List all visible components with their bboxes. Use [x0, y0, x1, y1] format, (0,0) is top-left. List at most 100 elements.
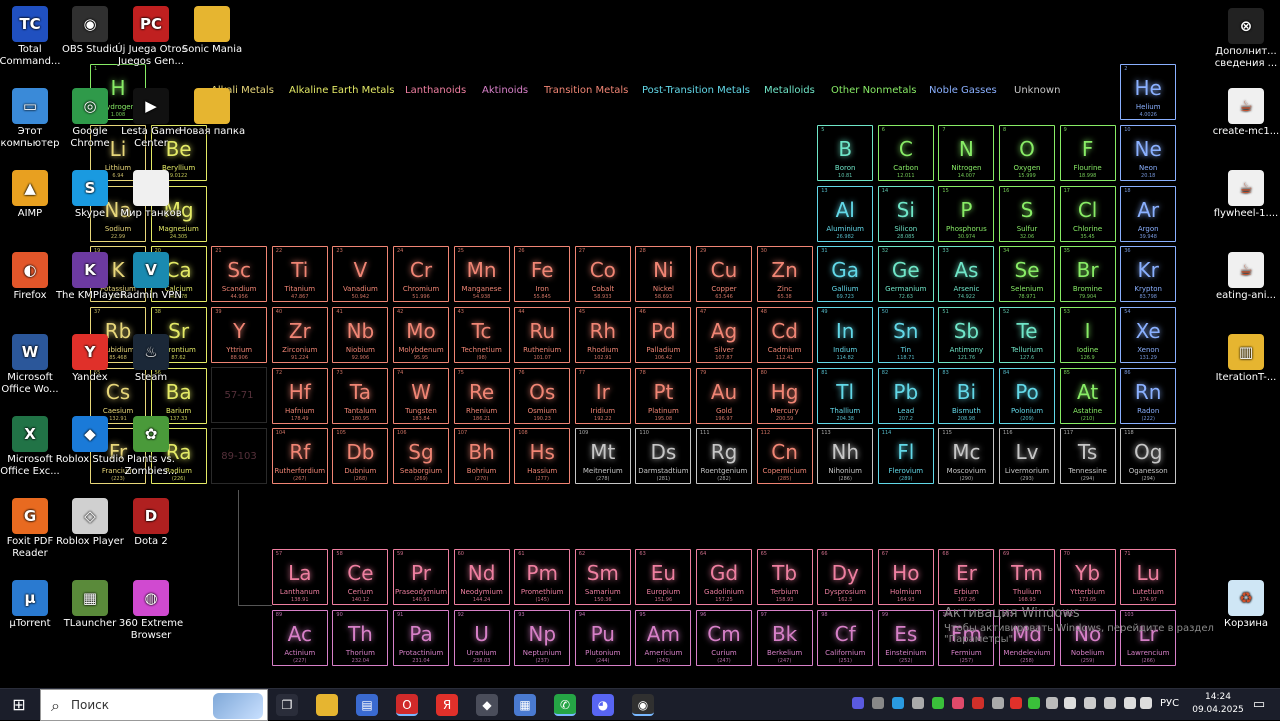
element-bi[interactable]: 83 Bi Bismuth 208.98 — [938, 368, 995, 424]
element-o[interactable]: 8 O Oxygen 15.999 — [999, 125, 1055, 181]
element-hs[interactable]: 108 Hs Hassium (277) — [514, 428, 571, 484]
desktop-icon[interactable]: ☕ flywheel-1.... — [1210, 170, 1280, 220]
desktop-icon[interactable]: ☕ eating-ani... — [1210, 252, 1280, 302]
desktop-icon[interactable]: ✿ Plants vs. Zombies... — [115, 416, 187, 478]
element-zn[interactable]: 30 Zn Zinc 65.38 — [756, 246, 813, 302]
element-sn[interactable]: 50 Sn Tin 118.71 — [877, 307, 934, 363]
tray-app-icon[interactable] — [1046, 697, 1058, 709]
element-si[interactable]: 14 Si Silicon 28.085 — [877, 186, 934, 242]
element-te[interactable]: 52 Te Tellurium 127.6 — [999, 307, 1055, 363]
element-la[interactable]: 57 La Lanthanum 138.91 — [271, 549, 328, 605]
element-ge[interactable]: 32 Ge Germanium 72.63 — [877, 246, 934, 302]
element-ti[interactable]: 22 Ti Titanium 47.867 — [271, 246, 328, 302]
element-c[interactable]: 6 C Carbon 12.011 — [877, 125, 934, 181]
tray-app-icon[interactable] — [972, 697, 984, 709]
element-cl[interactable]: 17 Cl Chlorine 35.45 — [1059, 186, 1116, 242]
element-pd[interactable]: 46 Pd Palladium 106.42 — [635, 307, 692, 363]
tray-app-icon[interactable] — [1028, 697, 1040, 709]
taskbar-paint[interactable]: ▦ — [514, 694, 536, 716]
element-ar[interactable]: 18 Ar Argon 39.948 — [1120, 186, 1177, 242]
element-ag[interactable]: 47 Ag Silver 107.87 — [696, 307, 752, 363]
element-os[interactable]: 76 Os Osmium 190.23 — [514, 368, 571, 424]
element-kr[interactable]: 36 Kr Krypton 83.798 — [1120, 246, 1177, 302]
tray-chevron-icon[interactable] — [992, 697, 1004, 709]
element-bh[interactable]: 107 Bh Bohrium (270) — [453, 428, 510, 484]
tray-yandex-icon[interactable] — [1010, 697, 1022, 709]
element-nd[interactable]: 60 Nd Neodymium 144.24 — [453, 549, 510, 605]
element-ne[interactable]: 10 Ne Neon 20.18 — [1120, 125, 1177, 181]
tray-teams-icon[interactable] — [852, 697, 864, 709]
language-indicator[interactable]: РУС — [1160, 698, 1179, 709]
element-fe[interactable]: 26 Fe Iron 55.845 — [514, 246, 571, 302]
element-hf[interactable]: 72 Hf Hafnium 178.49 — [271, 368, 328, 424]
element-sb[interactable]: 51 Sb Antimony 121.76 — [938, 307, 995, 363]
desktop-icon[interactable]: ☕ create-mc1... — [1210, 88, 1280, 138]
element-pm[interactable]: 61 Pm Promethium (145) — [514, 549, 571, 605]
element-al[interactable]: 13 Al Aluminium 26.982 — [817, 186, 874, 242]
element-ds[interactable]: 110 Ds Darmstadtium (281) — [635, 428, 692, 484]
element-ce[interactable]: 58 Ce Cerium 140.12 — [332, 549, 389, 605]
element-y[interactable]: 39 Y Yttrium 88.906 — [211, 307, 268, 363]
element-eu[interactable]: 63 Eu Europium 151.96 — [635, 549, 692, 605]
desktop-icon[interactable]: Sonic Mania — [176, 6, 248, 56]
element-rn[interactable]: 86 Rn Radon (222) — [1120, 368, 1177, 424]
element-tb[interactable]: 65 Tb Terbium 158.93 — [756, 549, 813, 605]
tray-network-icon[interactable] — [1064, 697, 1076, 709]
element-cf[interactable]: 98 Cf Californium (251) — [817, 610, 874, 666]
element-hg[interactable]: 80 Hg Mercury 200.59 — [756, 368, 813, 424]
tray-app-icon[interactable] — [872, 697, 884, 709]
element-np[interactable]: 93 Np Neptunium (237) — [514, 610, 571, 666]
tray-app-icon[interactable] — [1104, 697, 1116, 709]
taskbar-whatsapp[interactable]: ✆ — [554, 694, 576, 716]
element-pu[interactable]: 94 Pu Plutonium (244) — [574, 610, 631, 666]
element-se[interactable]: 34 Se Selenium 78.971 — [999, 246, 1055, 302]
element-i[interactable]: 53 I Iodine 126.9 — [1059, 307, 1116, 363]
element-as[interactable]: 33 As Arsenic 74.922 — [938, 246, 995, 302]
element-re[interactable]: 75 Re Rhenium 186.21 — [453, 368, 510, 424]
element-dy[interactable]: 66 Dy Dysprosium 162.5 — [817, 549, 874, 605]
element-xe[interactable]: 54 Xe Xenon 131.29 — [1120, 307, 1177, 363]
element-au[interactable]: 79 Au Gold 196.97 — [696, 368, 752, 424]
element-ru[interactable]: 44 Ru Ruthenium 101.07 — [514, 307, 571, 363]
element-p[interactable]: 15 P Phosphorus 30.974 — [938, 186, 995, 242]
element-er[interactable]: 68 Er Erbium 167.26 — [938, 549, 995, 605]
element-mn[interactable]: 25 Mn Manganese 54.938 — [453, 246, 510, 302]
tray-mic-icon[interactable] — [1140, 697, 1152, 709]
element-rg[interactable]: 111 Rg Roentgenium (282) — [696, 428, 752, 484]
desktop-icon[interactable]: ◍ 360 Extreme Browser — [115, 580, 187, 642]
taskbar-app[interactable]: ◆ — [476, 694, 498, 716]
tray-volume-icon[interactable] — [1124, 697, 1136, 709]
element-ts[interactable]: 117 Ts Tennessine (294) — [1059, 428, 1116, 484]
element-sm[interactable]: 62 Sm Samarium 150.36 — [574, 549, 631, 605]
desktop-icon[interactable]: ⊗ Дополнит... сведения ... — [1210, 8, 1280, 70]
taskbar-obs[interactable]: ◉ — [632, 694, 654, 716]
element-ac[interactable]: 89 Ac Actinium (227) — [271, 610, 328, 666]
element-th[interactable]: 90 Th Thorium 232.04 — [332, 610, 389, 666]
element-n[interactable]: 7 N Nitrogen 14.007 — [938, 125, 995, 181]
element-tc[interactable]: 43 Tc Technetium (98) — [453, 307, 510, 363]
element-pr[interactable]: 59 Pr Praseodymium 140.91 — [393, 549, 449, 605]
search-box[interactable]: ⌕ Поиск — [40, 689, 268, 721]
element-mt[interactable]: 109 Mt Meitnerium (278) — [574, 428, 631, 484]
element-co[interactable]: 27 Co Cobalt 58.933 — [574, 246, 631, 302]
element-ho[interactable]: 67 Ho Holmium 164.93 — [877, 549, 934, 605]
element-b[interactable]: 5 B Boron 10.81 — [817, 125, 874, 181]
element-br[interactable]: 35 Br Bromine 79.904 — [1059, 246, 1116, 302]
element-tl[interactable]: 81 Tl Thallium 204.38 — [817, 368, 874, 424]
notifications-button[interactable]: ▭ — [1248, 694, 1270, 716]
element-mc[interactable]: 115 Mc Moscovium (290) — [938, 428, 995, 484]
clock[interactable]: 14:24 09.04.2025 — [1192, 691, 1244, 717]
element-db[interactable]: 105 Db Dubnium (268) — [332, 428, 389, 484]
taskbar-discord[interactable]: ◕ — [592, 694, 614, 716]
element-am[interactable]: 95 Am Americium (243) — [635, 610, 692, 666]
element-lu[interactable]: 71 Lu Lutetium 174.97 — [1120, 549, 1177, 605]
element-ga[interactable]: 31 Ga Gallium 69.723 — [817, 246, 874, 302]
element-gd[interactable]: 64 Gd Gadolinium 157.25 — [696, 549, 752, 605]
element-yb[interactable]: 70 Yb Ytterbium 173.05 — [1059, 549, 1116, 605]
tray-app-icon[interactable] — [912, 697, 924, 709]
element-at[interactable]: 85 At Astatine (210) — [1059, 368, 1116, 424]
element-po[interactable]: 84 Po Polonium (209) — [999, 368, 1055, 424]
start-button[interactable]: ⊞ — [8, 694, 30, 716]
element-v[interactable]: 23 V Vanadium 50.942 — [332, 246, 389, 302]
element-sc[interactable]: 21 Sc Scandium 44.956 — [211, 246, 268, 302]
